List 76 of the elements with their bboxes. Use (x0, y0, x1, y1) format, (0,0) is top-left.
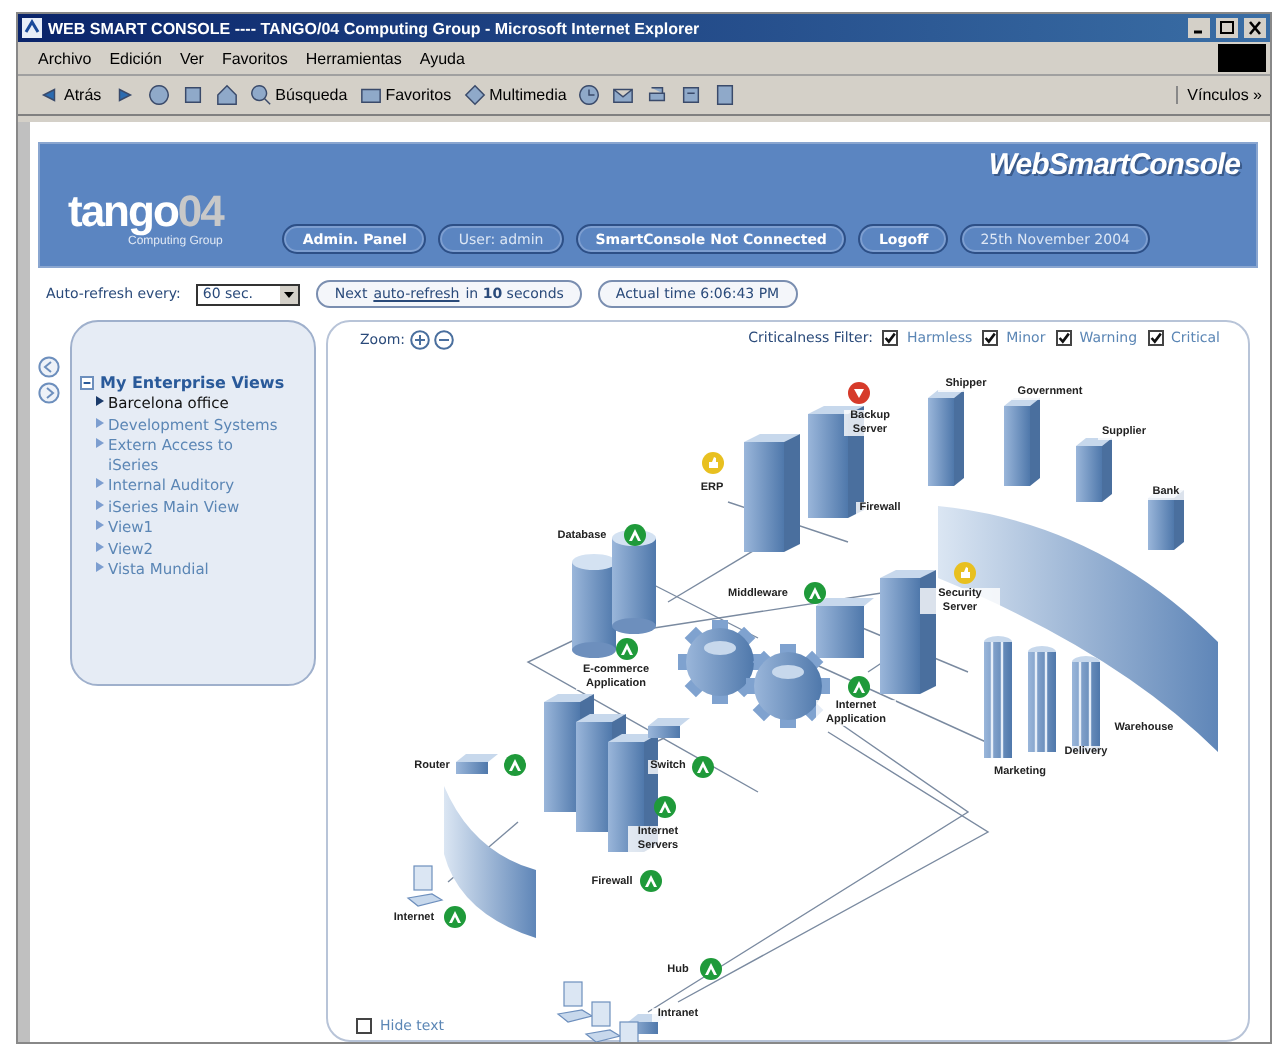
tower-drawing (984, 636, 1012, 760)
menu-item[interactable]: Herramientas (305, 49, 402, 67)
media-icon (463, 84, 486, 106)
dropdown-arrow-icon[interactable] (280, 285, 299, 303)
toolbar-button[interactable]: Multimedia (463, 84, 567, 106)
maximize-icon[interactable] (1216, 18, 1238, 38)
triangle-icon (96, 499, 104, 509)
collapse-icon[interactable] (80, 376, 94, 390)
triangle-icon (96, 478, 104, 488)
refresh-icon (181, 84, 204, 106)
forward-button[interactable] (113, 84, 136, 106)
product-name: WebSmartConsole (988, 148, 1240, 182)
stop-button[interactable] (147, 84, 170, 106)
minimize-icon[interactable] (1188, 18, 1210, 38)
home-icon (215, 84, 238, 106)
database-drawing (572, 554, 616, 658)
history-button[interactable] (578, 84, 601, 106)
menu-item[interactable]: Ver (179, 49, 204, 67)
logo-name: tango (68, 192, 178, 232)
computer-drawing (406, 865, 444, 907)
history-icon (578, 84, 601, 106)
links-label[interactable]: Vínculos » (1175, 86, 1262, 104)
server-box-drawing (816, 598, 874, 658)
triangle-icon (96, 396, 104, 406)
router-drawing (456, 754, 498, 774)
toolbar-button[interactable]: Atrás (38, 84, 102, 106)
database-drawing (612, 530, 656, 634)
triangle-icon (96, 417, 104, 427)
partner-panel-drawing (1076, 438, 1112, 502)
back-icon (38, 84, 60, 106)
filter-checkbox[interactable] (882, 330, 899, 346)
logo-number: 04 (177, 192, 223, 232)
menu-item[interactable]: Archivo (38, 49, 92, 67)
switch-drawing (648, 718, 690, 738)
mail-icon (612, 84, 635, 106)
gear-drawing (678, 620, 762, 704)
filter-checkbox[interactable] (982, 330, 999, 346)
windows-logo (1218, 44, 1266, 72)
server-drawing (880, 570, 936, 694)
menu-item[interactable]: Ayuda (419, 49, 465, 67)
triangle-icon (96, 562, 104, 572)
tower-drawing (1028, 646, 1056, 754)
filter-checkbox[interactable] (1147, 330, 1164, 346)
refresh-button[interactable] (181, 84, 204, 106)
toolbar-button[interactable]: Favoritos (359, 84, 452, 106)
partner-panel-drawing (1004, 398, 1040, 486)
tree-root[interactable]: My Enterprise Views (80, 374, 306, 392)
discuss-button[interactable] (714, 84, 737, 106)
edit-button[interactable] (680, 84, 703, 106)
server-drawing (744, 434, 800, 552)
discuss-icon (714, 84, 737, 106)
mail-button[interactable] (612, 84, 635, 106)
hide-text-checkbox[interactable] (356, 1018, 372, 1034)
filter-checkbox[interactable] (1055, 330, 1072, 346)
zoom-out-icon[interactable] (433, 330, 454, 350)
forward-icon (113, 84, 136, 106)
browser-icon (22, 18, 42, 38)
partner-panel-drawing (928, 390, 964, 486)
print-icon (646, 84, 669, 106)
computer-drawing (556, 981, 594, 1023)
print-button[interactable] (646, 84, 669, 106)
triangle-icon (96, 438, 104, 448)
edit-icon (680, 84, 703, 106)
triangle-icon (96, 541, 104, 551)
home-button[interactable] (215, 84, 238, 106)
close-icon[interactable] (1244, 18, 1266, 38)
stop-icon (147, 84, 170, 106)
triangle-icon (96, 520, 104, 530)
zoom-in-icon[interactable] (409, 330, 430, 350)
toolbar-button[interactable]: Búsqueda (249, 84, 348, 106)
gear-drawing (746, 644, 830, 728)
favorites-icon (359, 84, 382, 106)
menu-item[interactable]: Edición (109, 49, 162, 67)
window-title: WEB SMART CONSOLE ---- TANGO/04 Computing Group - Microsoft Internet Explorer (48, 19, 702, 37)
menu-item[interactable]: Favoritos (221, 49, 288, 67)
search-icon (249, 84, 272, 106)
